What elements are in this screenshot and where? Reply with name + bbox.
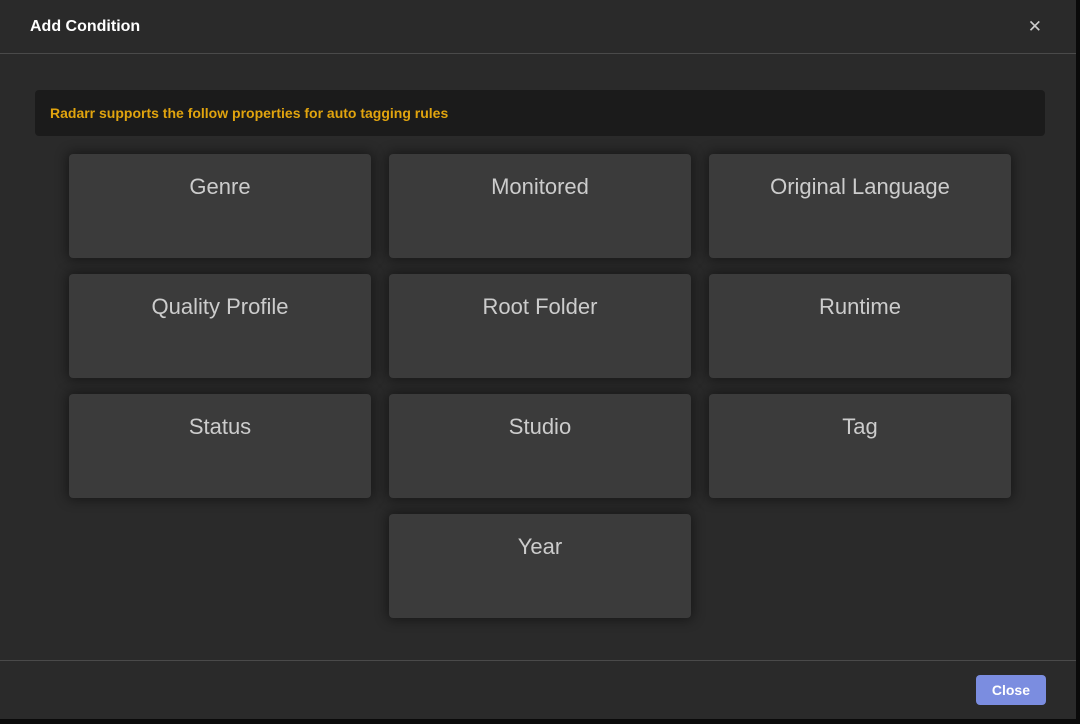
condition-card-original-language[interactable]: Original Language — [709, 154, 1011, 258]
condition-card-root-folder[interactable]: Root Folder — [389, 274, 691, 378]
condition-card-year[interactable]: Year — [389, 514, 691, 618]
warning-banner-text: Radarr supports the follow properties fo… — [50, 105, 448, 121]
modal-body: Radarr supports the follow properties fo… — [0, 54, 1076, 660]
condition-card-tag[interactable]: Tag — [709, 394, 1011, 498]
condition-card-label: Monitored — [389, 174, 691, 200]
condition-card-label: Genre — [69, 174, 371, 200]
condition-card-monitored[interactable]: Monitored — [389, 154, 691, 258]
condition-card-runtime[interactable]: Runtime — [709, 274, 1011, 378]
condition-card-studio[interactable]: Studio — [389, 394, 691, 498]
close-button[interactable]: Close — [976, 675, 1046, 705]
condition-card-status[interactable]: Status — [69, 394, 371, 498]
modal-header: Add Condition ✕ — [0, 0, 1076, 54]
condition-card-grid: Genre Monitored Original Language Quality P… — [35, 146, 1045, 626]
modal-title: Add Condition — [30, 18, 140, 36]
condition-card-label: Status — [69, 414, 371, 440]
add-condition-modal: Add Condition ✕ Radarr supports the foll… — [0, 0, 1076, 719]
condition-card-label: Tag — [709, 414, 1011, 440]
condition-card-label: Studio — [389, 414, 691, 440]
condition-card-label: Root Folder — [389, 294, 691, 320]
condition-card-label: Runtime — [709, 294, 1011, 320]
close-icon[interactable]: ✕ — [1024, 14, 1046, 39]
condition-card-label: Year — [389, 534, 691, 560]
condition-card-label: Quality Profile — [69, 294, 371, 320]
page-backdrop: Add Condition ✕ Radarr supports the foll… — [0, 0, 1080, 724]
modal-footer: Close — [0, 660, 1076, 719]
condition-card-quality-profile[interactable]: Quality Profile — [69, 274, 371, 378]
condition-card-label: Original Language — [709, 174, 1011, 200]
warning-banner: Radarr supports the follow properties fo… — [35, 90, 1045, 136]
condition-card-genre[interactable]: Genre — [69, 154, 371, 258]
